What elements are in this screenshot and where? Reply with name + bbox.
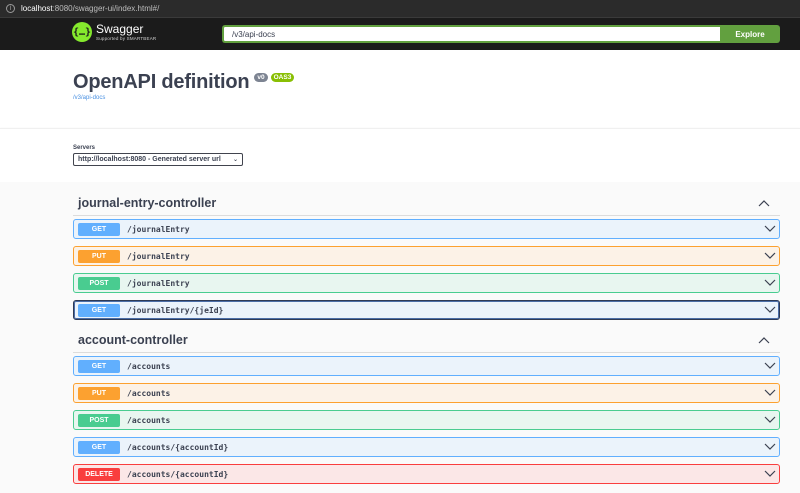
operation-path: /journalEntry/{jeId} <box>127 305 224 315</box>
chevron-down-icon[interactable] <box>764 306 776 314</box>
operation-path: /journalEntry <box>127 278 190 288</box>
logo-name: Swagger <box>96 21 144 36</box>
api-docs-link[interactable]: /v3/api-docs <box>73 95 105 101</box>
browser-url[interactable]: localhost:8080/swagger-ui/index.html#/ <box>21 4 159 13</box>
explore-button[interactable]: Explore <box>720 25 780 43</box>
chevron-down-icon[interactable] <box>764 470 776 478</box>
page-title: OpenAPI definition <box>73 71 250 93</box>
method-badge: GET <box>78 222 120 236</box>
chevron-down-icon[interactable] <box>764 443 776 451</box>
oas-badge: OAS3 <box>270 73 295 82</box>
operation-path: /journalEntry <box>127 224 190 234</box>
info-icon[interactable]: i <box>6 4 15 13</box>
chevron-up-icon[interactable] <box>758 199 770 207</box>
operation-get-accounts[interactable]: GET /accounts <box>73 356 780 376</box>
operations-area: journal-entry-controller GET /journalEnt… <box>0 182 800 493</box>
chevron-down-icon[interactable] <box>764 416 776 424</box>
operation-path: /accounts/{accountId} <box>127 442 229 452</box>
operation-delete-accounts-accountid[interactable]: DELETE /accounts/{accountId} <box>73 464 780 484</box>
method-badge: POST <box>78 276 120 290</box>
servers-select[interactable]: http://localhost:8080 - Generated server… <box>73 153 243 166</box>
servers-label: Servers <box>73 145 96 151</box>
operation-path: /accounts/{accountId} <box>127 469 229 479</box>
operation-put-journalentry[interactable]: PUT /journalEntry <box>73 246 780 266</box>
swagger-logo-icon: {…} <box>72 22 92 42</box>
swagger-logo[interactable]: {…} Swagger Supported by SMARTBEAR <box>72 22 156 42</box>
operation-put-accounts[interactable]: PUT /accounts <box>73 383 780 403</box>
chevron-down-icon[interactable] <box>764 279 776 287</box>
url-host: localhost <box>21 4 53 13</box>
operation-post-accounts[interactable]: POST /accounts <box>73 410 780 430</box>
url-path: :8080/swagger-ui/index.html#/ <box>52 4 160 13</box>
operation-get-accounts-accountid[interactable]: GET /accounts/{accountId} <box>73 437 780 457</box>
chevron-down-icon[interactable] <box>764 225 776 233</box>
tag-header-account-controller[interactable]: account-controller <box>73 327 780 353</box>
method-badge: DELETE <box>78 467 120 481</box>
chevron-down-icon: ⌄ <box>232 156 238 163</box>
tag-header-journal-entry-controller[interactable]: journal-entry-controller <box>73 190 780 216</box>
method-badge: PUT <box>78 386 120 400</box>
operation-get-journalentry-jeid[interactable]: GET /journalEntry/{jeId} <box>73 300 780 320</box>
method-badge: GET <box>78 303 120 317</box>
chevron-down-icon[interactable] <box>764 389 776 397</box>
swagger-topbar: {…} Swagger Supported by SMARTBEAR Explo… <box>0 18 800 50</box>
tag-name: account-controller <box>78 332 188 347</box>
api-info: OpenAPI definition v0 OAS3 /v3/api-docs <box>0 50 800 128</box>
browser-address-bar: i localhost:8080/swagger-ui/index.html#/ <box>0 0 800 18</box>
chevron-up-icon[interactable] <box>758 336 770 344</box>
servers-section: Servers http://localhost:8080 - Generate… <box>0 128 800 182</box>
operation-path: /accounts <box>127 361 171 371</box>
logo-subtitle: Supported by SMARTBEAR <box>96 35 157 41</box>
operation-path: /accounts <box>127 388 171 398</box>
version-badge: v0 <box>254 73 268 82</box>
operation-path: /journalEntry <box>127 251 190 261</box>
method-badge: POST <box>78 413 120 427</box>
method-badge: PUT <box>78 249 120 263</box>
method-badge: GET <box>78 440 120 454</box>
api-url-input[interactable] <box>222 25 720 43</box>
operation-get-journalentry[interactable]: GET /journalEntry <box>73 219 780 239</box>
servers-selected-value: http://localhost:8080 - Generated server… <box>78 156 221 163</box>
tag-name: journal-entry-controller <box>78 195 217 210</box>
method-badge: GET <box>78 359 120 373</box>
operation-post-journalentry[interactable]: POST /journalEntry <box>73 273 780 293</box>
chevron-down-icon[interactable] <box>764 252 776 260</box>
operation-path: /accounts <box>127 415 171 425</box>
chevron-down-icon[interactable] <box>764 362 776 370</box>
